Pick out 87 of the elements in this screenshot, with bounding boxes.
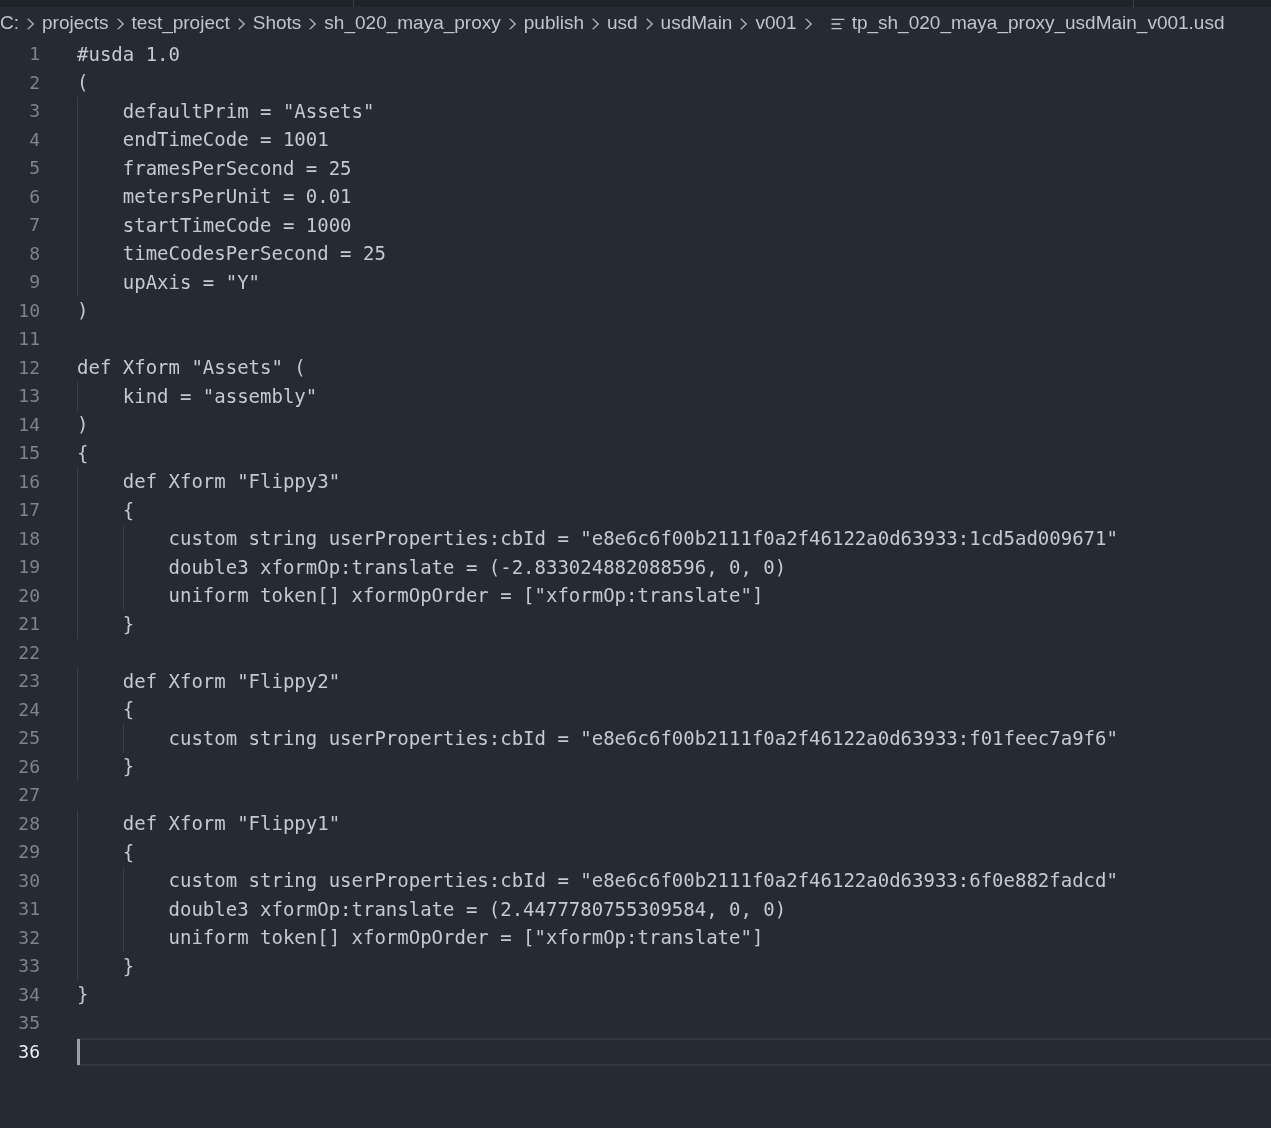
- breadcrumb-item[interactable]: C:: [0, 9, 19, 38]
- code-line: def Xform "Flippy1": [122, 814, 341, 834]
- chevron-right-icon: [116, 17, 124, 30]
- chevron-right-icon: [237, 17, 245, 30]
- line-number: 5: [28, 159, 40, 178]
- code-line: }: [122, 614, 135, 634]
- line-number: 2: [28, 73, 40, 92]
- line-number: 15: [17, 444, 40, 463]
- text-cursor: [77, 1038, 80, 1065]
- code-line: }: [122, 757, 135, 777]
- line-number: 24: [17, 700, 40, 719]
- line-number: 13: [17, 387, 40, 406]
- code-line: def Xform "Assets" (: [77, 358, 306, 378]
- code-line: custom string userProperties:cbId = "e8e6c6f00b2111f0a2f46122a0d63933:f01feec7a9f6": [168, 728, 1118, 748]
- line-number: 30: [17, 871, 40, 890]
- code-line: framesPerSecond = 25: [122, 158, 352, 178]
- code-line: upAxis = "Y": [122, 272, 261, 292]
- line-number: 29: [17, 843, 40, 862]
- breadcrumb-item[interactable]: test_project: [131, 9, 230, 38]
- chevron-right-icon: [309, 17, 317, 30]
- line-number: 21: [17, 615, 40, 634]
- code-line: custom string userProperties:cbId = "e8e6c6f00b2111f0a2f46122a0d63933:6f0e882fadcd": [168, 871, 1118, 891]
- line-number: 22: [17, 643, 40, 662]
- line-number: 9: [28, 273, 40, 292]
- code-line: {: [122, 500, 135, 520]
- line-number: 19: [17, 558, 40, 577]
- chevron-right-icon: [740, 17, 748, 30]
- line-number: 26: [17, 757, 40, 776]
- chevron-right-icon: [645, 17, 653, 30]
- code-line: }: [122, 956, 135, 976]
- code-line: def Xform "Flippy2": [122, 671, 341, 691]
- code-line: metersPerUnit = 0.01: [122, 187, 352, 207]
- code-line: {: [77, 443, 89, 463]
- line-number: 17: [17, 501, 40, 520]
- code-line: }: [77, 985, 89, 1005]
- line-number: 6: [28, 187, 40, 206]
- line-number: 18: [17, 529, 40, 548]
- line-number: 1: [28, 45, 40, 64]
- code-line: {: [122, 700, 135, 720]
- breadcrumb-item[interactable]: v001: [755, 9, 797, 38]
- line-number: 34: [17, 985, 40, 1004]
- line-number: 33: [17, 957, 40, 976]
- code-line: startTimeCode = 1000: [122, 215, 352, 235]
- breadcrumb-item[interactable]: publish: [523, 9, 584, 38]
- line-number: 20: [17, 586, 40, 605]
- code-line: ): [77, 415, 89, 435]
- line-number: 4: [28, 130, 40, 149]
- line-number: 35: [17, 1014, 40, 1033]
- line-number: 25: [17, 729, 40, 748]
- code-line: #usda 1.0: [77, 44, 180, 64]
- code-line: kind = "assembly": [122, 386, 318, 406]
- line-number: 3: [28, 102, 40, 121]
- code-line: {: [122, 842, 135, 862]
- line-number: 28: [17, 814, 40, 833]
- line-number: 8: [28, 244, 40, 263]
- line-number: 10: [17, 301, 40, 320]
- code-line: uniform token[] xformOpOrder = ["xformOp:translate"]: [168, 928, 764, 948]
- chevron-right-icon: [591, 17, 599, 30]
- code-line: custom string userProperties:cbId = "e8e6c6f00b2111f0a2f46122a0d63933:1cd5ad009671": [168, 529, 1118, 549]
- code-line: def Xform "Flippy3": [122, 472, 341, 492]
- breadcrumb-file[interactable]: tp_sh_020_maya_proxy_usdMain_v001.usd: [851, 9, 1225, 38]
- breadcrumb-item[interactable]: Shots: [252, 9, 302, 38]
- line-number: 36: [17, 1042, 40, 1061]
- code-line: defaultPrim = "Assets": [122, 101, 375, 121]
- line-number: 27: [17, 786, 40, 805]
- line-number: 7: [28, 216, 40, 235]
- breadcrumb-item[interactable]: projects: [42, 9, 109, 38]
- breadcrumb-item[interactable]: usdMain: [660, 9, 733, 38]
- line-number: 31: [17, 900, 40, 919]
- breadcrumb-item[interactable]: sh_020_maya_proxy: [324, 9, 501, 38]
- line-number: 11: [17, 330, 40, 349]
- line-number: 32: [17, 928, 40, 947]
- code-line: double3 xformOp:translate = (2.4477780755309584, 0, 0): [168, 899, 787, 919]
- line-number: 14: [17, 415, 40, 434]
- code-line: uniform token[] xformOpOrder = ["xformOp:translate"]: [168, 586, 764, 606]
- line-number: 16: [17, 472, 40, 491]
- breadcrumb-item[interactable]: usd: [606, 9, 638, 38]
- code-line: double3 xformOp:translate = (-2.833024882088596, 0, 0): [168, 557, 787, 577]
- line-number: 23: [17, 672, 40, 691]
- line-number: 12: [17, 358, 40, 377]
- chevron-right-icon: [804, 17, 812, 30]
- code-line: (: [77, 73, 89, 93]
- code-line: timeCodesPerSecond = 25: [122, 244, 386, 264]
- chevron-right-icon: [508, 17, 516, 30]
- code-line: ): [77, 301, 89, 321]
- code-line: endTimeCode = 1001: [122, 130, 329, 150]
- chevron-right-icon: [27, 17, 34, 30]
